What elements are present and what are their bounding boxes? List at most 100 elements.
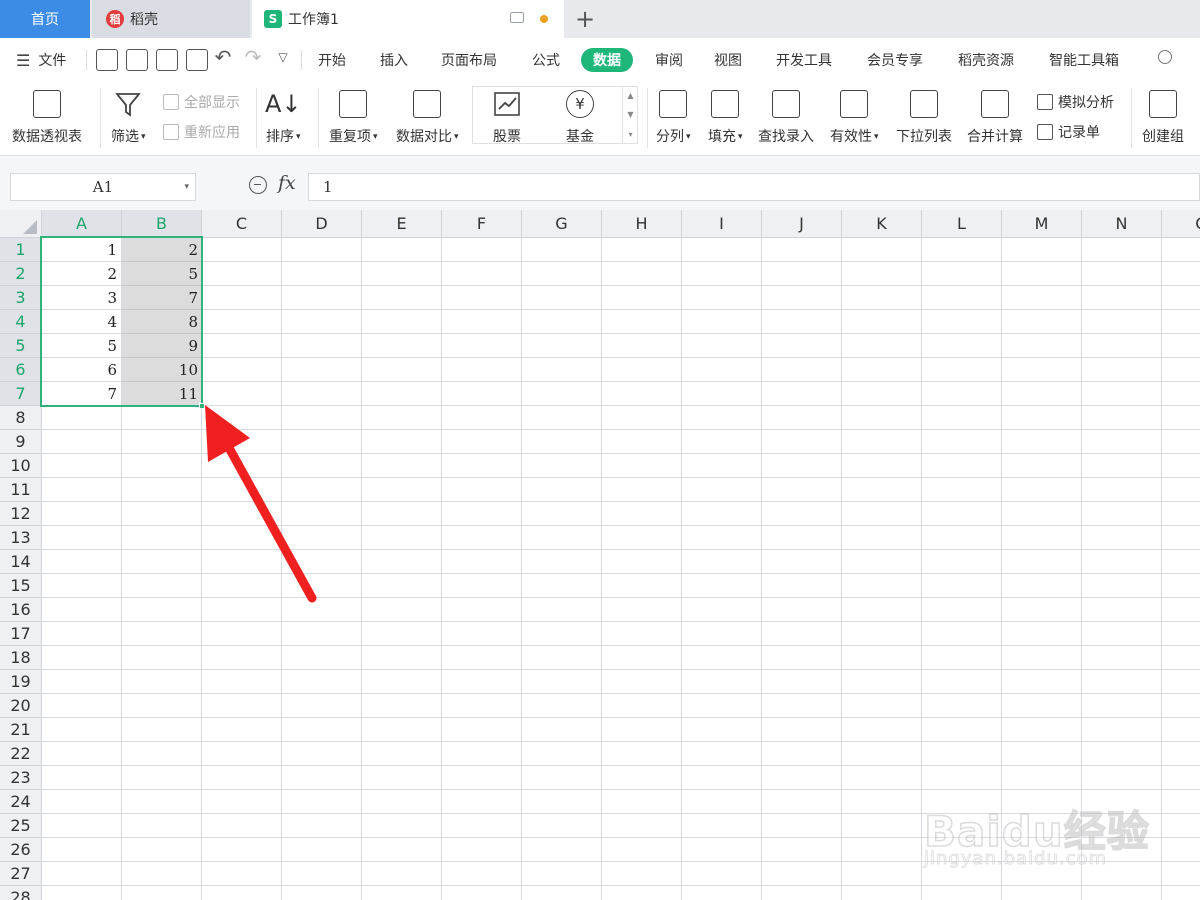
data-compare-button[interactable]: 数据对比 ▾ [396,86,459,152]
fund-button[interactable]: ¥ 基金 [566,86,594,152]
column-header-o[interactable]: O [1162,210,1200,238]
cell-a3[interactable]: 3 [42,286,122,310]
cell-a2[interactable]: 2 [42,262,122,286]
undo-icon[interactable]: ↶ [212,45,234,69]
cell-b1[interactable]: 2 [122,238,202,262]
row-header-2[interactable]: 2 [0,262,42,286]
what-if-analysis-button[interactable]: 模拟分析 [1037,92,1114,112]
tab-daoke-resources[interactable]: 稻壳资源 [958,48,1014,72]
reapply-button[interactable]: 重新应用 [163,122,240,142]
row-header-24[interactable]: 24 [0,790,42,814]
row-header-27[interactable]: 27 [0,862,42,886]
cell-b7[interactable]: 11 [122,382,202,406]
row-header-21[interactable]: 21 [0,718,42,742]
chevron-down-icon[interactable]: ▾ [184,182,189,192]
search-icon[interactable] [1158,50,1172,64]
sort-button[interactable]: A↓ 排序 ▾ [265,86,302,152]
tab-formula[interactable]: 公式 [532,48,560,72]
file-menu[interactable]: ☰ 文件 [16,48,66,72]
column-header-a[interactable]: A [42,210,122,238]
export-icon[interactable] [126,49,148,71]
insert-function-button[interactable]: fx [278,172,296,194]
row-header-17[interactable]: 17 [0,622,42,646]
show-all-button[interactable]: 全部显示 [163,92,240,112]
column-header-b[interactable]: B [122,210,202,238]
tab-insert[interactable]: 插入 [380,48,408,72]
consolidate-button[interactable]: 合并计算 [967,86,1023,152]
tab-start[interactable]: 开始 [318,48,346,72]
split-column-button[interactable]: 分列 ▾ [656,86,691,152]
column-header-i[interactable]: I [682,210,762,238]
row-header-1[interactable]: 1 [0,238,42,262]
gallery-scroll[interactable]: ▲ ▼ ▾ [622,86,638,144]
name-box[interactable]: A1 ▾ [10,173,196,201]
tab-review[interactable]: 审阅 [655,48,683,72]
column-header-h[interactable]: H [602,210,682,238]
stocks-button[interactable]: 股票 [493,86,521,152]
cell-a4[interactable]: 4 [42,310,122,334]
row-header-11[interactable]: 11 [0,478,42,502]
row-header-25[interactable]: 25 [0,814,42,838]
pivot-table-button[interactable]: 数据透视表 [12,86,82,152]
dropdown-list-button[interactable]: 下拉列表 [896,86,952,152]
column-header-e[interactable]: E [362,210,442,238]
row-header-20[interactable]: 20 [0,694,42,718]
cell-a6[interactable]: 6 [42,358,122,382]
cell-b4[interactable]: 8 [122,310,202,334]
column-header-d[interactable]: D [282,210,362,238]
cell-a7[interactable]: 7 [42,382,122,406]
column-header-j[interactable]: J [762,210,842,238]
zoom-out-icon[interactable] [249,176,267,194]
new-tab-button[interactable]: + [570,4,600,34]
column-header-k[interactable]: K [842,210,922,238]
tab-workbook[interactable]: S 工作簿1 [252,0,564,38]
fill-button[interactable]: 填充 ▾ [708,86,743,152]
row-header-10[interactable]: 10 [0,454,42,478]
row-header-26[interactable]: 26 [0,838,42,862]
print-preview-icon[interactable] [186,49,208,71]
column-header-f[interactable]: F [442,210,522,238]
cell-b2[interactable]: 5 [122,262,202,286]
lookup-entry-button[interactable]: 查找录入 [758,86,814,152]
redo-icon[interactable]: ↷ [242,45,264,69]
row-header-9[interactable]: 9 [0,430,42,454]
tab-home[interactable]: 首页 [0,0,90,38]
validity-button[interactable]: 有效性 ▾ [830,86,879,152]
column-header-n[interactable]: N [1082,210,1162,238]
tab-smart-toolbox[interactable]: 智能工具箱 [1049,48,1119,72]
column-header-c[interactable]: C [202,210,282,238]
column-header-l[interactable]: L [922,210,1002,238]
row-header-15[interactable]: 15 [0,574,42,598]
fill-handle[interactable] [199,403,205,409]
duplicates-button[interactable]: 重复项 ▾ [329,86,378,152]
create-group-button[interactable]: 创建组 [1142,86,1184,152]
tab-member[interactable]: 会员专享 [867,48,923,72]
monitor-icon[interactable] [510,12,524,23]
tab-data[interactable]: 数据 [581,48,633,72]
row-header-18[interactable]: 18 [0,646,42,670]
row-header-14[interactable]: 14 [0,550,42,574]
cell-a1[interactable]: 1 [42,238,122,262]
tab-page-layout[interactable]: 页面布局 [441,48,497,72]
filter-button[interactable]: 筛选 ▾ [111,86,146,152]
row-header-3[interactable]: 3 [0,286,42,310]
column-header-m[interactable]: M [1002,210,1082,238]
row-header-4[interactable]: 4 [0,310,42,334]
row-header-5[interactable]: 5 [0,334,42,358]
row-header-12[interactable]: 12 [0,502,42,526]
row-header-8[interactable]: 8 [0,406,42,430]
select-all-corner[interactable] [0,210,42,238]
row-header-23[interactable]: 23 [0,766,42,790]
cell-b5[interactable]: 9 [122,334,202,358]
customize-dropdown-icon[interactable]: ▽ [272,46,294,68]
row-header-13[interactable]: 13 [0,526,42,550]
row-header-7[interactable]: 7 [0,382,42,406]
row-header-19[interactable]: 19 [0,670,42,694]
save-icon[interactable] [96,49,118,71]
row-header-16[interactable]: 16 [0,598,42,622]
column-header-g[interactable]: G [522,210,602,238]
print-icon[interactable] [156,49,178,71]
tab-view[interactable]: 视图 [714,48,742,72]
cell-b3[interactable]: 7 [122,286,202,310]
tab-developer[interactable]: 开发工具 [776,48,832,72]
